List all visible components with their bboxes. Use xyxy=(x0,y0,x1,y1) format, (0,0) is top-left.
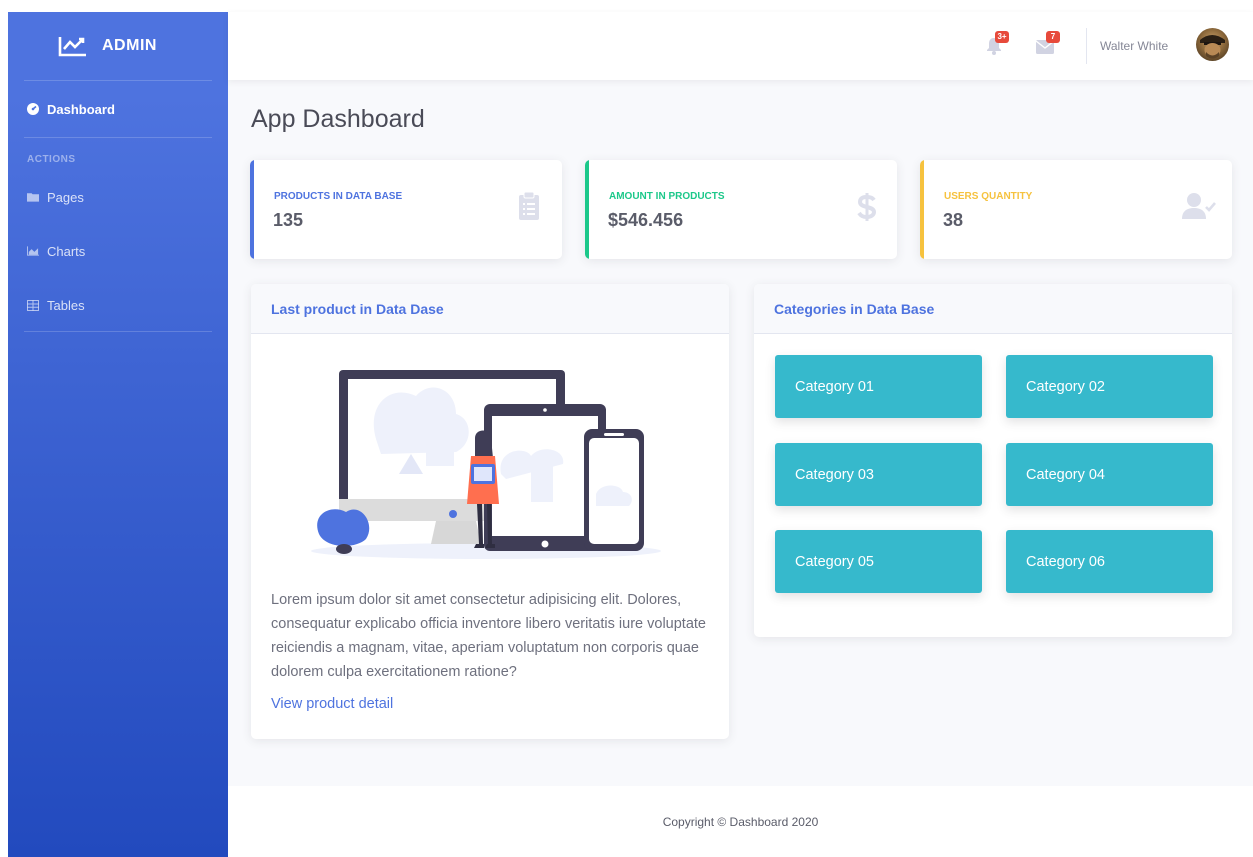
chart-line-icon xyxy=(58,37,86,57)
footer: Copyright © Dashboard 2020 xyxy=(228,786,1253,857)
card-title: Last product in Data Dase xyxy=(271,300,444,317)
page-title: App Dashboard xyxy=(251,105,425,133)
card-header: Categories in Data Base xyxy=(754,284,1232,334)
chart-area-icon xyxy=(27,245,39,257)
user-check-icon xyxy=(1182,193,1216,219)
main-content: 3+ 7 Walter White App Dashboard PRODUCTS… xyxy=(228,12,1253,857)
card-header: Last product in Data Dase xyxy=(251,284,729,334)
sidebar-brand[interactable]: ADMIN xyxy=(8,12,228,80)
stat-card-users: USERS QUANTITY 38 xyxy=(920,160,1232,259)
stat-label: PRODUCTS IN DATA BASE xyxy=(274,191,403,202)
sidebar-item-tables[interactable]: Tables xyxy=(8,290,228,320)
clipboard-list-icon xyxy=(519,191,539,220)
category-tile[interactable]: Category 01 xyxy=(775,355,982,418)
category-tile[interactable]: Category 04 xyxy=(1006,443,1213,506)
user-name[interactable]: Walter White xyxy=(1100,39,1168,53)
stat-card-products: PRODUCTS IN DATA BASE 135 xyxy=(250,160,562,259)
stat-label: USERS QUANTITY xyxy=(944,191,1033,202)
sidebar-divider xyxy=(24,331,212,332)
card-accent-bar xyxy=(585,160,589,259)
sidebar-heading: ACTIONS xyxy=(27,154,76,165)
stat-value: $546.456 xyxy=(608,210,684,230)
messages-counter-badge: 7 xyxy=(1046,31,1060,43)
brand-name: ADMIN xyxy=(102,37,157,54)
sidebar-item-dashboard[interactable]: Dashboard xyxy=(8,81,228,137)
table-icon xyxy=(27,299,39,311)
stat-value: 38 xyxy=(943,210,964,230)
sidebar-item-label: Charts xyxy=(47,243,86,259)
dollar-sign-icon xyxy=(857,193,877,221)
category-tile[interactable]: Category 03 xyxy=(775,443,982,506)
categories-card: Categories in Data Base Category 01 Cate… xyxy=(754,284,1232,637)
category-tile[interactable]: Category 05 xyxy=(775,530,982,593)
stat-value: 135 xyxy=(273,210,304,230)
tachometer-icon xyxy=(27,103,39,115)
card-title: Categories in Data Base xyxy=(774,300,935,317)
copyright-text: Copyright © Dashboard 2020 xyxy=(662,814,819,829)
avatar[interactable] xyxy=(1196,28,1229,61)
alerts-button[interactable]: 3+ xyxy=(985,31,1009,56)
stat-card-amount: AMOUNT IN PRODUCTS $546.456 xyxy=(585,160,897,259)
category-tile[interactable]: Category 02 xyxy=(1006,355,1213,418)
sidebar: ADMIN Dashboard ACTIONS Pages Charts Tab… xyxy=(8,12,228,857)
sidebar-item-pages[interactable]: Pages xyxy=(8,182,228,212)
folder-icon xyxy=(27,191,39,203)
topbar-divider xyxy=(1086,28,1087,64)
user-photo xyxy=(1200,35,1225,59)
sidebar-item-label: Tables xyxy=(47,297,85,313)
card-accent-bar xyxy=(920,160,924,259)
sidebar-item-label: Pages xyxy=(47,189,84,205)
category-tile[interactable]: Category 06 xyxy=(1006,530,1213,593)
sidebar-divider xyxy=(24,137,212,138)
messages-button[interactable]: 7 xyxy=(1036,31,1060,56)
sidebar-item-label: Dashboard xyxy=(47,101,115,117)
view-product-detail-link[interactable]: View product detail xyxy=(271,696,393,712)
product-illustration xyxy=(311,370,661,559)
last-product-card: Last product in Data Dase Lorem ipsum do… xyxy=(251,284,729,739)
sidebar-item-charts[interactable]: Charts xyxy=(8,236,228,266)
stat-label: AMOUNT IN PRODUCTS xyxy=(609,191,725,202)
card-accent-bar xyxy=(250,160,254,259)
topbar: 3+ 7 Walter White xyxy=(228,12,1253,80)
product-description: Lorem ipsum dolor sit amet consectetur a… xyxy=(271,592,706,680)
alerts-counter-badge: 3+ xyxy=(995,31,1009,43)
